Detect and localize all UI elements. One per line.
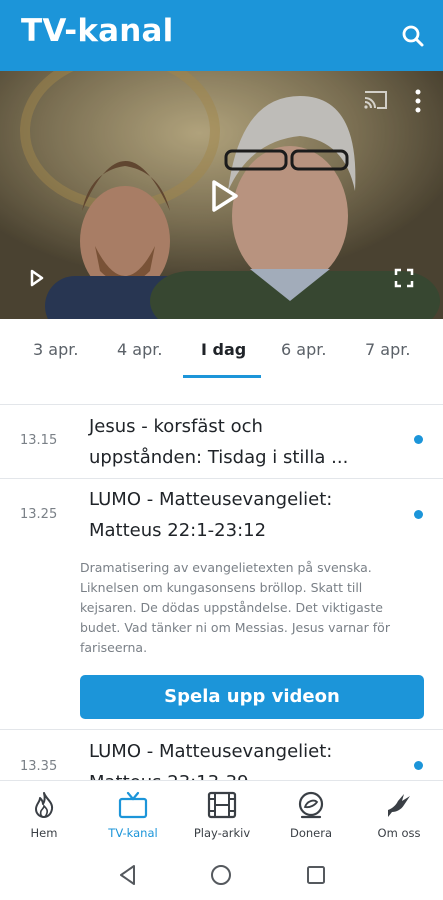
small-play-icon[interactable]: [29, 269, 45, 287]
search-icon[interactable]: [398, 21, 428, 51]
nav-label: Play-arkiv: [193, 826, 251, 840]
tab-date-today[interactable]: I dag: [201, 340, 246, 359]
program-title-line2: Matteus 22:1-23:12: [89, 520, 267, 541]
nav-item-play-arkiv[interactable]: Play-arkiv: [178, 781, 266, 851]
nav-item-tv-kanal[interactable]: TV-kanal: [89, 781, 177, 851]
tab-date-6-apr[interactable]: 6 apr.: [281, 340, 326, 359]
program-title-line1: Jesus - korsfäst och: [89, 416, 263, 437]
schedule-item[interactable]: 13.15 Jesus - korsfäst och uppstånden: T…: [0, 405, 443, 478]
tab-date-4-apr[interactable]: 4 apr.: [117, 340, 162, 359]
center-play-icon[interactable]: [210, 179, 240, 213]
nav-item-hem[interactable]: Hem: [0, 781, 88, 851]
film-icon: [207, 791, 237, 819]
date-tabs: 3 apr. 4 apr. I dag 6 apr. 7 apr.: [0, 319, 443, 405]
app-bar: TV-kanal: [0, 0, 443, 71]
nav-item-donera[interactable]: Donera: [267, 781, 355, 851]
back-icon[interactable]: [115, 862, 141, 888]
status-dot: [414, 761, 423, 770]
donate-icon: [298, 791, 324, 819]
cast-icon[interactable]: [362, 88, 390, 112]
program-title-line1: LUMO - Matteusevangeliet:: [89, 489, 333, 510]
program-time: 13.25: [20, 507, 58, 522]
video-player[interactable]: [0, 71, 443, 319]
nav-label: TV-kanal: [108, 826, 158, 840]
tv-icon: [118, 791, 148, 819]
tab-date-7-apr[interactable]: 7 apr.: [365, 340, 410, 359]
flame-icon: [35, 792, 54, 818]
dove-icon: [388, 794, 410, 817]
more-options-icon[interactable]: [413, 88, 423, 114]
active-tab-indicator: [183, 375, 261, 378]
program-time: 13.35: [20, 759, 58, 774]
play-video-button[interactable]: Spela upp videon: [80, 675, 424, 719]
nav-label: Hem: [30, 826, 58, 840]
nav-item-om-oss[interactable]: Om oss: [355, 781, 443, 851]
schedule-item[interactable]: 13.35 LUMO - Matteusevangeliet: Matteus …: [0, 730, 443, 780]
program-time: 13.15: [20, 433, 58, 448]
program-description: Dramatisering av evangelietexten på sven…: [80, 560, 390, 655]
program-title-line2: uppstånden: Tisdag i stilla ...: [89, 447, 349, 468]
home-icon[interactable]: [208, 862, 234, 888]
fullscreen-icon[interactable]: [394, 268, 414, 288]
page-title: TV-kanal: [21, 13, 174, 49]
schedule-list: 13.15 Jesus - korsfäst och uppstånden: T…: [0, 405, 443, 780]
status-dot: [414, 435, 423, 444]
status-dot: [414, 510, 423, 519]
system-navigation-bar: [0, 850, 443, 900]
bottom-navigation: Hem TV-kanal Play-arkiv Donera Om oss: [0, 780, 443, 850]
nav-label: Donera: [289, 826, 333, 840]
nav-label: Om oss: [377, 826, 421, 840]
program-title-line2: Matteus 23:13-39: [89, 767, 389, 780]
recents-icon[interactable]: [303, 862, 329, 888]
program-title-line1: LUMO - Matteusevangeliet:: [89, 741, 333, 762]
tab-date-3-apr[interactable]: 3 apr.: [33, 340, 78, 359]
